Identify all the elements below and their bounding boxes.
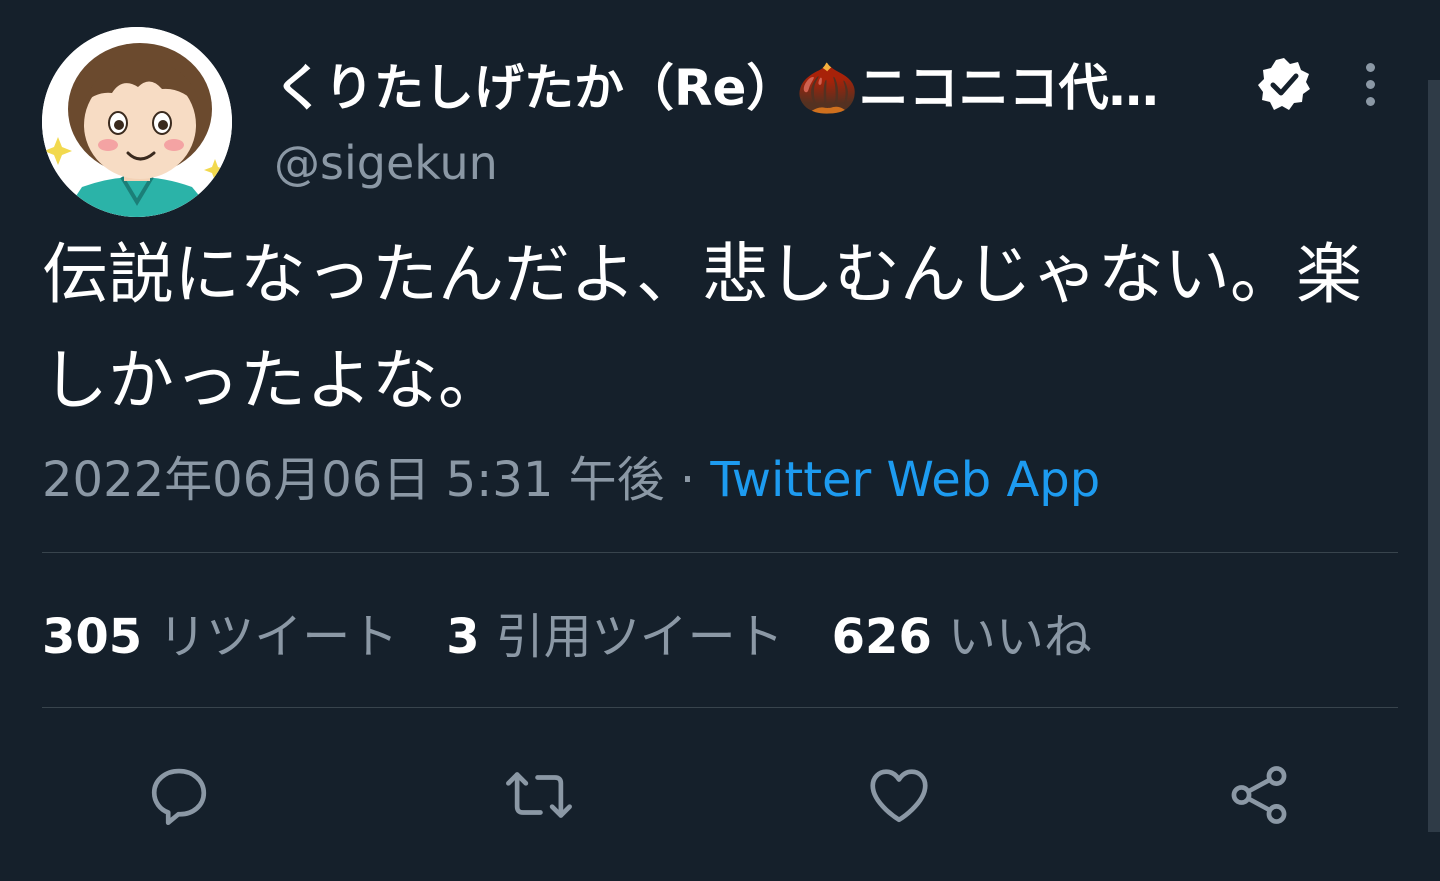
tweet-source-link[interactable]: Twitter Web App: [710, 452, 1100, 508]
retweet-button[interactable]: [494, 750, 584, 840]
author-name-row[interactable]: くりたしげたか（Re）🌰ニコニコ代…: [274, 44, 1159, 124]
like-label: いいね: [947, 609, 1092, 665]
retweet-label: リツイート: [158, 609, 399, 665]
quote-label: 引用ツイート: [495, 609, 784, 665]
more-options-icon[interactable]: [1352, 56, 1388, 112]
reply-button[interactable]: [134, 750, 224, 840]
quote-count: 3: [446, 609, 480, 665]
tweet-stats: 305 リツイート 3 引用ツイート 626 いいね: [42, 597, 1140, 667]
author-display-name[interactable]: くりたしげたか（Re）🌰ニコニコ代…: [274, 48, 1159, 120]
quote-stat[interactable]: 3 引用ツイート: [446, 597, 783, 667]
tweet-meta: 2022年06月06日 5:31 午後 · Twitter Web App: [42, 440, 1100, 510]
tweet-timestamp[interactable]: 2022年06月06日 5:31 午後: [42, 452, 665, 508]
heart-icon: [870, 769, 928, 823]
retweet-icon: [506, 772, 572, 818]
retweet-stat[interactable]: 305 リツイート: [42, 597, 398, 667]
like-count: 626: [831, 609, 932, 665]
avatar[interactable]: [42, 27, 232, 217]
divider: [42, 552, 1398, 553]
like-button[interactable]: [854, 750, 944, 840]
tweet-actions: [42, 750, 1398, 840]
scrollbar[interactable]: [1428, 80, 1440, 832]
divider: [42, 707, 1398, 708]
tweet-text: 伝説になったんだよ、悲しむんじゃない。楽しかったよな。: [42, 236, 1362, 419]
reply-icon: [151, 768, 207, 826]
share-icon: [1231, 766, 1287, 824]
like-stat[interactable]: 626 いいね: [832, 597, 1092, 667]
author-handle[interactable]: @sigekun: [274, 136, 498, 190]
verified-badge-icon: [1258, 58, 1310, 110]
share-button[interactable]: [1214, 750, 1304, 840]
avatar-illustration: [42, 27, 232, 217]
meta-separator: ·: [664, 452, 711, 508]
tweet-detail: くりたしげたか（Re）🌰ニコニコ代… @sigekun 伝説になったんだよ、悲し…: [42, 0, 1398, 881]
retweet-count: 305: [42, 609, 143, 665]
